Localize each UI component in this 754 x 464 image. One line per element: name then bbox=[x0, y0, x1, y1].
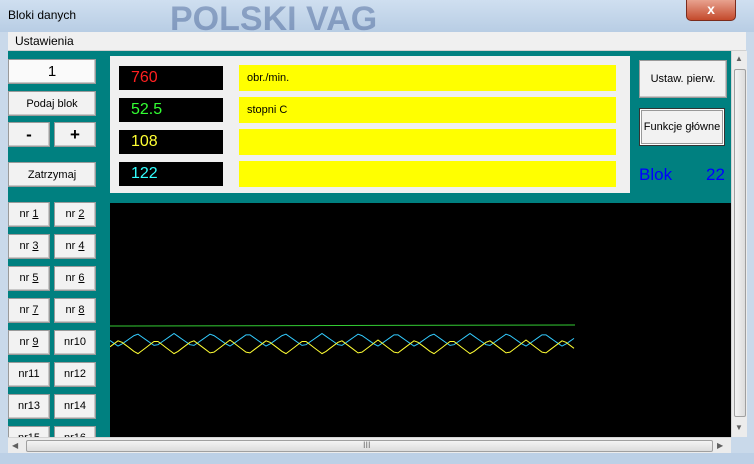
block-button-key: 13 bbox=[27, 400, 41, 412]
close-icon: x bbox=[707, 1, 715, 17]
reading-unit-3 bbox=[239, 129, 616, 155]
block-button-nr5[interactable]: nr 5 bbox=[8, 266, 50, 291]
block-button-label: nr bbox=[63, 368, 74, 380]
block-button-label: nr bbox=[18, 368, 29, 380]
block-button-key: 14 bbox=[73, 400, 87, 412]
block-button-label: nr bbox=[65, 240, 79, 252]
main-functions-button[interactable]: Funkcje główne bbox=[639, 108, 725, 146]
block-button-label: nr bbox=[19, 208, 33, 220]
block-button-label: nr bbox=[19, 240, 33, 252]
block-button-nr7[interactable]: nr 7 bbox=[8, 298, 50, 323]
block-button-label: nr bbox=[63, 336, 74, 348]
graph-area bbox=[109, 203, 731, 437]
scroll-grip-icon: III bbox=[363, 440, 371, 450]
block-button-key: 4 bbox=[78, 240, 85, 252]
block-button-nr10[interactable]: nr10 bbox=[54, 330, 96, 355]
block-button-nr3[interactable]: nr 3 bbox=[8, 234, 50, 259]
block-button-key: 8 bbox=[78, 304, 85, 316]
reading-value-1: 760 bbox=[119, 66, 223, 90]
app-window: POLSKI VAG Bloki danych x Ustawienia 1 P… bbox=[0, 0, 754, 464]
block-button-nr14[interactable]: nr14 bbox=[54, 394, 96, 419]
graph-line-cyan bbox=[109, 332, 575, 347]
reading-unit-2: stopni C bbox=[239, 97, 616, 123]
vertical-scroll-thumb[interactable] bbox=[734, 69, 746, 417]
block-button-key: 10 bbox=[73, 336, 87, 348]
block-button-key: 1 bbox=[32, 208, 39, 220]
block-button-label: nr bbox=[63, 400, 74, 412]
block-button-label: nr bbox=[65, 304, 79, 316]
block-button-key: 12 bbox=[73, 368, 87, 380]
menu-settings[interactable]: Ustawienia bbox=[15, 34, 74, 48]
block-button-key: 6 bbox=[78, 272, 85, 284]
block-number-field[interactable]: 1 bbox=[8, 59, 96, 84]
block-button-nr9[interactable]: nr 9 bbox=[8, 330, 50, 355]
block-button-label: nr bbox=[19, 304, 33, 316]
watermark-text: POLSKI VAG bbox=[170, 0, 377, 32]
window-title: Bloki danych bbox=[8, 8, 77, 22]
window-bottom-edge bbox=[0, 453, 754, 464]
stop-button[interactable]: Zatrzymaj bbox=[8, 162, 96, 187]
reading-unit-4 bbox=[239, 161, 616, 187]
client-area: 1 Podaj blok - + Zatrzymaj nr 1 nr 2 nr 3n… bbox=[8, 51, 731, 437]
readings-panel: 760 obr./min. 52.5 stopni C 108 122 bbox=[110, 56, 630, 193]
reading-value-4: 122 bbox=[119, 162, 223, 186]
reading-value-2: 52.5 bbox=[119, 98, 223, 122]
title-bar[interactable]: POLSKI VAG Bloki danych x bbox=[0, 0, 754, 32]
graph-canvas bbox=[109, 324, 576, 355]
scroll-up-icon[interactable]: ▲ bbox=[735, 54, 743, 63]
block-label: Blok bbox=[639, 165, 673, 184]
block-button-nr4[interactable]: nr 4 bbox=[54, 234, 96, 259]
block-button-nr6[interactable]: nr 6 bbox=[54, 266, 96, 291]
block-button-key: 11 bbox=[28, 368, 40, 380]
block-button-label: nr bbox=[19, 336, 33, 348]
block-button-label: nr bbox=[65, 272, 79, 284]
menu-bar: Ustawienia bbox=[8, 32, 746, 51]
block-button-nr1[interactable]: nr 1 bbox=[8, 202, 50, 227]
vertical-scrollbar[interactable]: ▲ ▼ bbox=[731, 51, 747, 437]
block-button-nr16[interactable]: nr16 bbox=[54, 426, 96, 437]
block-button-key: 7 bbox=[32, 304, 39, 316]
block-button-key: 2 bbox=[78, 208, 85, 220]
block-button-key: 3 bbox=[32, 240, 39, 252]
background-watermark: POLSKI VAG bbox=[100, 0, 640, 32]
initial-settings-button[interactable]: Ustaw. pierw. bbox=[639, 60, 727, 98]
graph-line-yellow bbox=[109, 339, 575, 355]
block-button-nr12[interactable]: nr12 bbox=[54, 362, 96, 387]
block-button-nr8[interactable]: nr 8 bbox=[54, 298, 96, 323]
block-number-display: 22 bbox=[706, 165, 725, 184]
scroll-left-icon[interactable]: ◀ bbox=[12, 441, 18, 450]
block-button-nr13[interactable]: nr13 bbox=[8, 394, 50, 419]
plus-button[interactable]: + bbox=[54, 122, 96, 147]
reading-unit-1: obr./min. bbox=[239, 65, 616, 91]
block-button-nr11[interactable]: nr11 bbox=[8, 362, 50, 387]
block-button-label: nr bbox=[17, 400, 28, 412]
block-button-key: 9 bbox=[32, 336, 39, 348]
close-button[interactable]: x bbox=[686, 0, 736, 21]
block-button-label: nr bbox=[65, 208, 79, 220]
scroll-down-icon[interactable]: ▼ bbox=[735, 423, 743, 432]
block-button-key: 5 bbox=[32, 272, 39, 284]
scroll-right-icon[interactable]: ▶ bbox=[717, 441, 723, 450]
request-block-button[interactable]: Podaj blok bbox=[8, 91, 96, 116]
horizontal-scrollbar[interactable]: ◀ III ▶ bbox=[8, 437, 731, 454]
graph-line-green bbox=[109, 324, 576, 327]
block-button-nr15[interactable]: nr15 bbox=[8, 426, 50, 437]
block-button-label: nr bbox=[19, 272, 33, 284]
block-button-nr2[interactable]: nr 2 bbox=[54, 202, 96, 227]
horizontal-scroll-thumb[interactable]: III bbox=[26, 440, 713, 452]
minus-button[interactable]: - bbox=[8, 122, 50, 147]
reading-value-3: 108 bbox=[119, 130, 223, 154]
